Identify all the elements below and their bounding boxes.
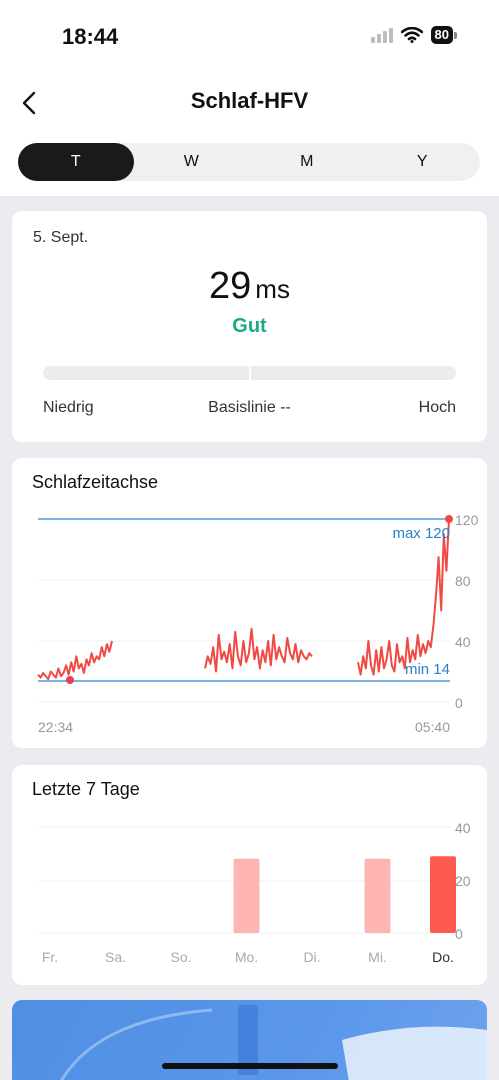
status-icons: 80 xyxy=(370,26,457,44)
home-indicator xyxy=(162,1063,338,1069)
tab-month[interactable]: M xyxy=(249,143,365,181)
x-end-time: 05:40 xyxy=(415,719,450,735)
week-day-label-0: Fr. xyxy=(42,949,58,965)
max-label: max 120 xyxy=(392,525,450,542)
last-7-days-card: Letzte 7 Tage Fr. Sa. So. Mo. Di. Mi. Do. 40 2… xyxy=(12,765,487,985)
week-y-tick-20: 20 xyxy=(455,873,471,889)
y-tick-80: 80 xyxy=(455,573,471,589)
hrv-series-segment-1 xyxy=(37,640,113,681)
tab-year[interactable]: Y xyxy=(365,143,481,181)
sleep-timeline-card: Schlafzeitachse max 120 min 14 120 80 40… xyxy=(12,458,487,748)
week-bar-3[interactable] xyxy=(233,858,260,933)
hrv-unit: ms xyxy=(255,274,290,304)
week-bar-5[interactable] xyxy=(364,858,391,933)
y-tick-0: 0 xyxy=(455,695,463,711)
cellular-signal-icon xyxy=(370,27,393,43)
period-tabs: T W M Y xyxy=(18,143,480,181)
hrv-number: 29 xyxy=(209,265,252,307)
max-point xyxy=(445,515,453,523)
summary-date: 5. Sept. xyxy=(33,229,89,246)
top-area: 18:44 80 Schlaf-HFV T W M Y xyxy=(0,0,499,196)
status-time: 18:44 xyxy=(62,24,119,49)
hrv-value: 29 ms xyxy=(12,265,487,308)
week-day-label-3: Mo. xyxy=(235,949,258,965)
wifi-icon xyxy=(400,27,423,43)
min-point xyxy=(66,676,74,684)
page-title: Schlaf-HFV xyxy=(190,88,309,113)
hrv-series-segment-3 xyxy=(357,518,450,676)
week-y-tick-40: 40 xyxy=(455,820,471,836)
week-day-label-2: So. xyxy=(170,949,191,965)
week-day-label-6: Do. xyxy=(432,949,454,965)
timeline-chart: max 120 min 14 120 80 40 0 22:34 05:40 xyxy=(37,512,479,735)
week-y-tick-0: 0 xyxy=(455,926,463,942)
y-tick-40: 40 xyxy=(455,634,471,650)
hrv-quality: Gut xyxy=(232,315,267,337)
range-baseline-label: Basislinie -- xyxy=(208,399,291,416)
range-high-label: Hoch xyxy=(418,399,456,416)
tab-day[interactable]: T xyxy=(18,143,134,181)
x-start-time: 22:34 xyxy=(38,719,73,735)
week-day-label-1: Sa. xyxy=(105,949,126,965)
tab-week[interactable]: W xyxy=(134,143,250,181)
battery-level: 80 xyxy=(430,26,453,44)
week-bar-6[interactable] xyxy=(430,856,456,933)
hrv-summary-card: 5. Sept. 29 ms Gut Niedrig Basislinie -- … xyxy=(12,211,487,442)
week-day-label-5: Mi. xyxy=(368,949,387,965)
range-bar xyxy=(43,366,456,380)
min-label: min 14 xyxy=(405,661,450,678)
week-day-label-4: Di. xyxy=(303,949,320,965)
y-tick-120: 120 xyxy=(455,512,479,528)
battery-icon: 80 xyxy=(430,26,457,44)
hrv-series-segment-2 xyxy=(204,627,313,673)
week-chart: Fr. Sa. So. Mo. Di. Mi. Do. 40 20 0 xyxy=(38,820,471,965)
